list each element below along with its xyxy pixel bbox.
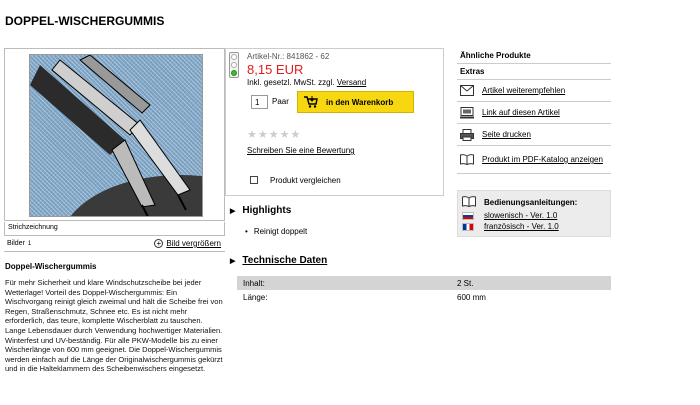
recommend-article-link[interactable]: Artikel weiterempfehlen — [457, 80, 611, 102]
table-key: Inhalt: — [243, 278, 265, 288]
similar-products-link[interactable]: Ähnliche Produkte — [457, 48, 611, 64]
recommend-article-label[interactable]: Artikel weiterempfehlen — [482, 86, 565, 95]
table-value: 600 mm — [457, 292, 486, 302]
envelope-icon — [460, 85, 474, 96]
rating-stars[interactable]: ★ ★ ★ ★ ★ — [247, 130, 300, 141]
compare-checkbox[interactable] — [250, 176, 258, 184]
plus-circle-icon: + — [154, 239, 164, 248]
description-title: Doppel-Wischergummis — [5, 262, 97, 271]
quantity-input[interactable] — [251, 95, 268, 109]
product-image[interactable] — [29, 54, 203, 217]
image-footer: Bilder 1 + Bild vergrößern — [4, 236, 225, 252]
shipping-link[interactable]: Versand — [337, 78, 366, 87]
bullet-icon: • — [245, 227, 248, 236]
highlight-item-text: Reinigt doppelt — [253, 227, 308, 236]
star-icon[interactable]: ★ — [280, 130, 290, 141]
sidebar: Ähnliche Produkte Extras Artikel weitere… — [457, 48, 611, 174]
price: 8,15 EUR — [247, 62, 304, 77]
description-text: Für mehr Sicherheit und klare Windschutz… — [5, 278, 223, 374]
caret-right-icon: ▶ — [230, 257, 236, 265]
star-icon[interactable]: ★ — [269, 130, 279, 141]
manuals-heading-label: Bedienungsanleitungen: — [484, 198, 578, 207]
highlights-heading[interactable]: ▶ Highlights — [230, 205, 291, 216]
tech-data-heading[interactable]: ▶ Technische Daten — [230, 255, 327, 266]
table-row: Inhalt: 2 St. — [237, 276, 611, 290]
add-to-cart-label: in den Warenkorb — [326, 97, 394, 107]
enlarge-image-link[interactable]: + Bild vergrößern — [154, 239, 221, 248]
manual-french-link[interactable]: französisch - Ver. 1.0 — [484, 222, 559, 231]
images-count: 1 — [27, 241, 32, 247]
pdf-catalog-link[interactable]: Produkt im PDF-Katalog anzeigen — [457, 146, 611, 174]
print-page-link[interactable]: Seite drucken — [457, 124, 611, 146]
vat-text: Inkl. gesetzl. MwSt. zzgl. — [247, 78, 335, 87]
computer-icon — [460, 107, 474, 119]
book-icon — [460, 154, 474, 166]
article-link-label[interactable]: Link auf diesen Artikel — [482, 108, 560, 117]
highlights-heading-label: Highlights — [242, 205, 292, 216]
availability-traffic-light-icon — [229, 52, 239, 78]
star-icon[interactable]: ★ — [291, 130, 301, 141]
extras-heading: Extras — [457, 64, 611, 80]
write-review-link[interactable]: Schreiben Sie eine Bewertung — [247, 146, 355, 155]
printer-icon — [460, 129, 474, 141]
tech-data-table: Inhalt: 2 St. Länge: 600 mm — [237, 276, 611, 304]
slovenia-flag-icon — [462, 211, 474, 220]
article-number: Artikel-Nr.: 841862 - 62 — [247, 52, 330, 61]
cart-icon — [304, 96, 318, 108]
print-page-label[interactable]: Seite drucken — [482, 130, 531, 139]
traffic-light-yellow-icon — [231, 62, 237, 68]
image-caption: Strichzeichnung — [4, 222, 225, 236]
table-value: 2 St. — [457, 278, 474, 288]
vat-info: Inkl. gesetzl. MwSt. zzgl. Versand — [247, 78, 366, 87]
highlight-item: • Reinigt doppelt — [245, 227, 307, 236]
star-icon[interactable]: ★ — [247, 130, 257, 141]
traffic-light-red-icon — [231, 54, 237, 60]
star-icon[interactable]: ★ — [258, 130, 268, 141]
manual-item[interactable]: französisch - Ver. 1.0 — [462, 222, 610, 231]
caret-right-icon: ▶ — [230, 207, 236, 215]
table-row: Länge: 600 mm — [237, 290, 611, 304]
enlarge-image-label[interactable]: Bild vergrößern — [166, 239, 221, 248]
tech-data-heading-label[interactable]: Technische Daten — [242, 255, 327, 266]
manuals-box: Bedienungsanleitungen: slowenisch - Ver.… — [457, 190, 611, 237]
manuals-heading: Bedienungsanleitungen: — [462, 196, 610, 209]
page-title: DOPPEL-WISCHERGUMMIS — [5, 14, 165, 28]
manual-item[interactable]: slowenisch - Ver. 1.0 — [462, 211, 610, 220]
article-link-link[interactable]: Link auf diesen Artikel — [457, 102, 611, 124]
france-flag-icon — [462, 222, 474, 231]
add-to-cart-button[interactable]: in den Warenkorb — [297, 91, 414, 113]
traffic-light-green-icon — [231, 70, 237, 76]
pdf-catalog-label[interactable]: Produkt im PDF-Katalog anzeigen — [482, 155, 603, 164]
quantity-unit: Paar — [272, 97, 289, 106]
images-label: Bilder — [7, 240, 25, 247]
table-key: Länge: — [243, 292, 268, 302]
book-icon — [462, 196, 476, 209]
manual-slovenian-link[interactable]: slowenisch - Ver. 1.0 — [484, 211, 557, 220]
compare-label: Produkt vergleichen — [270, 176, 341, 185]
product-image-frame[interactable] — [4, 48, 225, 221]
